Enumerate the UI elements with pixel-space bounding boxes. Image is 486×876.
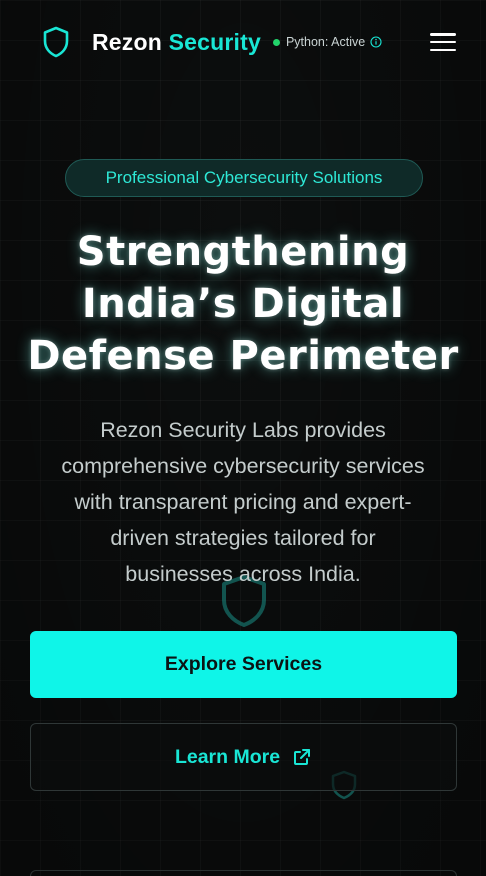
hero-description-line: with transparent pricing and expert-	[74, 490, 412, 514]
learn-more-button[interactable]: Learn More	[30, 723, 457, 791]
page: Rezon Security Python: Active Profession…	[0, 0, 486, 876]
menu-bar	[430, 33, 456, 36]
hero-title: Strengthening India’s Digital Defense Pe…	[0, 226, 486, 382]
hero-description-line: comprehensive cybersecurity services	[61, 454, 425, 478]
hero-description: Rezon Security Labs provides comprehensi…	[24, 412, 462, 592]
status-text: Python: Active	[285, 35, 366, 49]
shield-icon[interactable]	[42, 26, 70, 58]
next-section-card	[30, 870, 457, 876]
hero-title-line: Strengthening	[76, 229, 410, 275]
header: Rezon Security Python: Active	[0, 0, 486, 84]
hamburger-menu-icon[interactable]	[430, 31, 456, 53]
external-link-icon	[294, 749, 311, 765]
hero-title-line: Defense Perimeter	[27, 333, 459, 379]
info-icon[interactable]	[370, 36, 382, 48]
brand-accent: Security	[168, 28, 261, 55]
hero-badge: Professional Cybersecurity Solutions	[65, 159, 423, 197]
brand-primary: Rezon	[92, 28, 162, 55]
status-indicator: Python: Active	[272, 35, 382, 49]
hero-description-line: businesses across India.	[125, 562, 361, 586]
learn-more-label: Learn More	[174, 745, 281, 768]
menu-bar	[430, 40, 456, 44]
explore-services-button[interactable]: Explore Services	[30, 631, 457, 698]
brand-name[interactable]: Rezon Security	[92, 29, 261, 56]
menu-bar	[430, 48, 456, 51]
hero-description-line: driven strategies tailored for	[110, 526, 376, 550]
explore-services-label: Explore Services	[164, 653, 323, 675]
status-dot-icon	[272, 38, 280, 46]
hero-description-line: Rezon Security Labs provides	[100, 418, 386, 442]
hero-title-line: India’s Digital	[81, 281, 405, 327]
